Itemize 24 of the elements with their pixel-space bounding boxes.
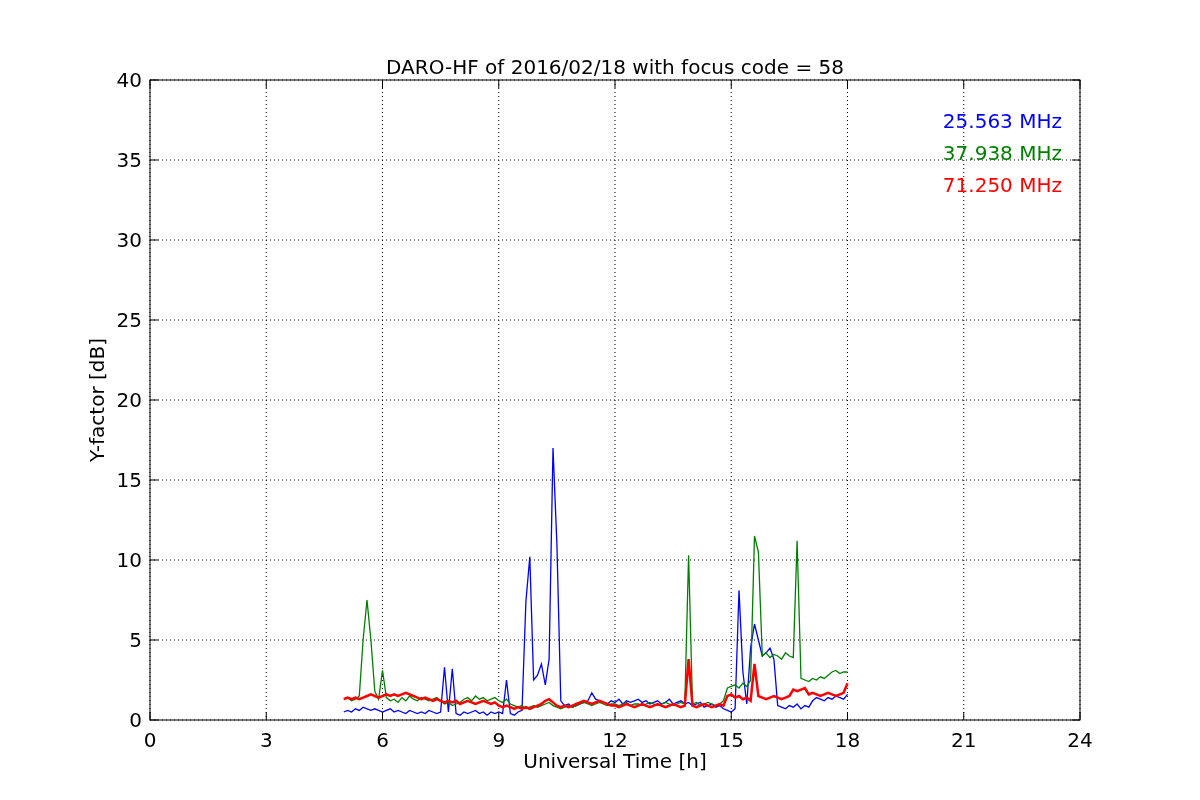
x-axis-label: Universal Time [h] <box>523 749 707 773</box>
chart-title: DARO-HF of 2016/02/18 with focus code = 58 <box>386 55 844 79</box>
tick-label: 24 <box>1067 728 1093 752</box>
tick-label: 18 <box>834 728 861 752</box>
tick-label: 5 <box>129 628 142 652</box>
tick-label: 30 <box>116 228 142 252</box>
tick-label: 15 <box>718 728 744 752</box>
tick-label: 6 <box>376 728 389 752</box>
legend-label: 37.938 MHz <box>942 141 1062 165</box>
tick-label: 10 <box>116 548 142 572</box>
tick-label: 40 <box>116 68 142 92</box>
tick-label: 35 <box>116 148 142 172</box>
tick-label: 0 <box>143 728 157 752</box>
tick-label: 15 <box>116 468 142 492</box>
tick-label: 0 <box>129 708 142 732</box>
legend-label: 71.250 MHz <box>942 173 1062 197</box>
tick-label: 3 <box>259 728 273 752</box>
tick-label: 9 <box>492 728 506 752</box>
tick-label: 20 <box>116 388 142 412</box>
tick-label: 12 <box>602 728 628 752</box>
tick-label: 21 <box>951 728 977 752</box>
tick-label: 25 <box>116 308 142 332</box>
legend-label: 25.563 MHz <box>942 109 1062 133</box>
y-axis-label: Y-factor [dB] <box>85 338 109 462</box>
